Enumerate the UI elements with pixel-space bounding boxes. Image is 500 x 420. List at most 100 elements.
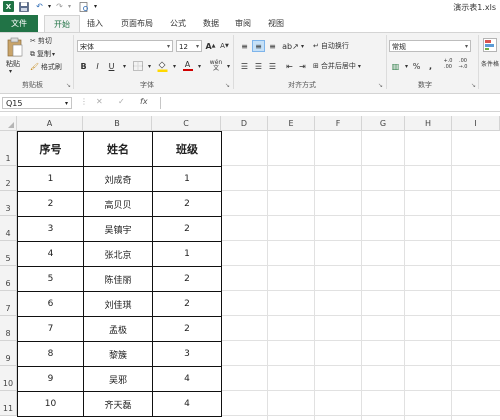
- customize-toolbar-icon[interactable]: ▾: [90, 1, 101, 12]
- font-name-select[interactable]: 宋体 ▾: [77, 40, 173, 52]
- select-all-button[interactable]: [0, 116, 17, 131]
- table-cell[interactable]: 6: [17, 291, 84, 317]
- tab-home[interactable]: 开始: [44, 15, 80, 33]
- table-cell[interactable]: 4: [17, 241, 84, 267]
- percent-button[interactable]: %: [410, 60, 423, 72]
- format-painter-button[interactable]: 🖌 格式刷: [30, 62, 62, 72]
- row-header[interactable]: 3: [0, 191, 17, 216]
- borders-dropdown-icon[interactable]: ▾: [143, 60, 156, 72]
- name-box[interactable]: Q15 ▾: [2, 97, 72, 109]
- row-header[interactable]: 8: [0, 316, 17, 341]
- shrink-font-button[interactable]: A ▼: [218, 40, 231, 52]
- save-icon[interactable]: [18, 1, 29, 12]
- column-header-c[interactable]: C: [152, 116, 221, 131]
- tab-insert[interactable]: 插入: [80, 15, 110, 32]
- row-header[interactable]: 10: [0, 366, 17, 391]
- table-cell[interactable]: 8: [17, 341, 84, 367]
- table-cell[interactable]: 7: [17, 316, 84, 342]
- paste-dropdown-icon[interactable]: ▾: [9, 68, 12, 75]
- underline-dropdown-icon[interactable]: ▾: [118, 60, 131, 72]
- table-cell[interactable]: 刘成奇: [83, 166, 153, 192]
- table-cell[interactable]: 吴邪: [83, 366, 153, 392]
- cancel-icon[interactable]: ✕: [96, 97, 103, 106]
- font-size-select[interactable]: 12 ▾: [176, 40, 202, 52]
- table-cell[interactable]: 吴镇宇: [83, 216, 153, 242]
- conditional-format-icon[interactable]: [482, 37, 498, 53]
- print-preview-icon[interactable]: [78, 1, 89, 12]
- comma-style-button[interactable]: ,: [424, 60, 437, 72]
- worksheet[interactable]: A B C D E F G H I 1 2 3 4 5 6 7 8 9 10 1…: [0, 116, 500, 420]
- font-color-dropdown-icon[interactable]: ▾: [193, 60, 206, 72]
- row-header[interactable]: 1: [0, 131, 17, 166]
- enter-icon[interactable]: ✓: [118, 97, 125, 106]
- align-left-button[interactable]: ☰: [238, 60, 251, 72]
- row-header[interactable]: 4: [0, 216, 17, 241]
- table-cell[interactable]: 2: [152, 266, 222, 292]
- wrap-text-button[interactable]: ↵ 自动换行: [313, 41, 349, 51]
- table-cell[interactable]: 10: [17, 391, 84, 417]
- table-cell[interactable]: 1: [152, 241, 222, 267]
- table-cell[interactable]: 2: [152, 216, 222, 242]
- increase-indent-button[interactable]: ⇥: [296, 60, 309, 72]
- formula-input[interactable]: [160, 97, 500, 109]
- column-header-f[interactable]: F: [315, 116, 362, 131]
- orientation-dropdown-icon[interactable]: ▾: [296, 40, 309, 52]
- table-cell[interactable]: 4: [152, 366, 222, 392]
- table-cell[interactable]: 黎簇: [83, 341, 153, 367]
- table-cell[interactable]: 2: [152, 291, 222, 317]
- number-format-select[interactable]: 常规 ▾: [389, 40, 471, 52]
- column-header-e[interactable]: E: [268, 116, 315, 131]
- decrease-indent-button[interactable]: ⇤: [283, 60, 296, 72]
- table-header-cell[interactable]: 姓名: [83, 131, 153, 167]
- decrease-decimal-button[interactable]: .00 →.0: [456, 58, 470, 70]
- alignment-launcher-icon[interactable]: ↘: [378, 82, 383, 89]
- column-header-a[interactable]: A: [17, 116, 83, 131]
- increase-decimal-button[interactable]: +.0 .00: [441, 58, 455, 70]
- redo-dropdown-icon[interactable]: ▾: [64, 1, 75, 12]
- row-header[interactable]: 5: [0, 241, 17, 266]
- table-cell[interactable]: 3: [17, 216, 84, 242]
- column-header-b[interactable]: B: [83, 116, 152, 131]
- grow-font-button[interactable]: A ▲: [204, 40, 217, 52]
- italic-button[interactable]: I: [91, 60, 104, 72]
- number-launcher-icon[interactable]: ↘: [471, 82, 476, 89]
- conditional-format-label[interactable]: 条件格: [481, 59, 499, 68]
- tab-review[interactable]: 审阅: [228, 15, 258, 32]
- column-header-d[interactable]: D: [221, 116, 268, 131]
- table-cell[interactable]: 1: [17, 166, 84, 192]
- tab-view[interactable]: 视图: [261, 15, 291, 32]
- table-header-cell[interactable]: 班级: [152, 131, 222, 167]
- align-bottom-button[interactable]: ≡: [266, 40, 279, 52]
- row-header[interactable]: 9: [0, 341, 17, 366]
- table-cell[interactable]: 齐天磊: [83, 391, 153, 417]
- align-right-button[interactable]: ☰: [266, 60, 279, 72]
- align-middle-button[interactable]: ≡: [252, 40, 265, 52]
- fill-color-dropdown-icon[interactable]: ▾: [168, 60, 181, 72]
- row-header[interactable]: 7: [0, 291, 17, 316]
- table-cell[interactable]: 2: [152, 316, 222, 342]
- insert-function-icon[interactable]: fx: [140, 97, 148, 106]
- column-header-i[interactable]: I: [452, 116, 500, 131]
- table-cell[interactable]: 2: [17, 191, 84, 217]
- column-header-h[interactable]: H: [405, 116, 452, 131]
- tab-file[interactable]: 文件: [0, 15, 38, 32]
- underline-button[interactable]: U: [105, 60, 118, 72]
- table-cell[interactable]: 4: [152, 391, 222, 417]
- copy-button[interactable]: ⧉ 复制 ▾: [30, 49, 55, 59]
- table-cell[interactable]: 9: [17, 366, 84, 392]
- font-launcher-icon[interactable]: ↘: [225, 82, 230, 89]
- row-header[interactable]: 11: [0, 391, 17, 416]
- table-cell[interactable]: 1: [152, 166, 222, 192]
- table-cell[interactable]: 2: [152, 191, 222, 217]
- cut-button[interactable]: ✂ 剪切: [30, 36, 52, 46]
- row-header[interactable]: 6: [0, 266, 17, 291]
- align-center-button[interactable]: ☰: [252, 60, 265, 72]
- table-cell[interactable]: 张北京: [83, 241, 153, 267]
- table-cell[interactable]: 陈佳丽: [83, 266, 153, 292]
- tab-data[interactable]: 数据: [196, 15, 226, 32]
- paste-icon[interactable]: [5, 36, 25, 58]
- table-cell[interactable]: 高贝贝: [83, 191, 153, 217]
- table-cell[interactable]: 5: [17, 266, 84, 292]
- clipboard-launcher-icon[interactable]: ↘: [66, 82, 71, 89]
- table-cell[interactable]: 刘佳琪: [83, 291, 153, 317]
